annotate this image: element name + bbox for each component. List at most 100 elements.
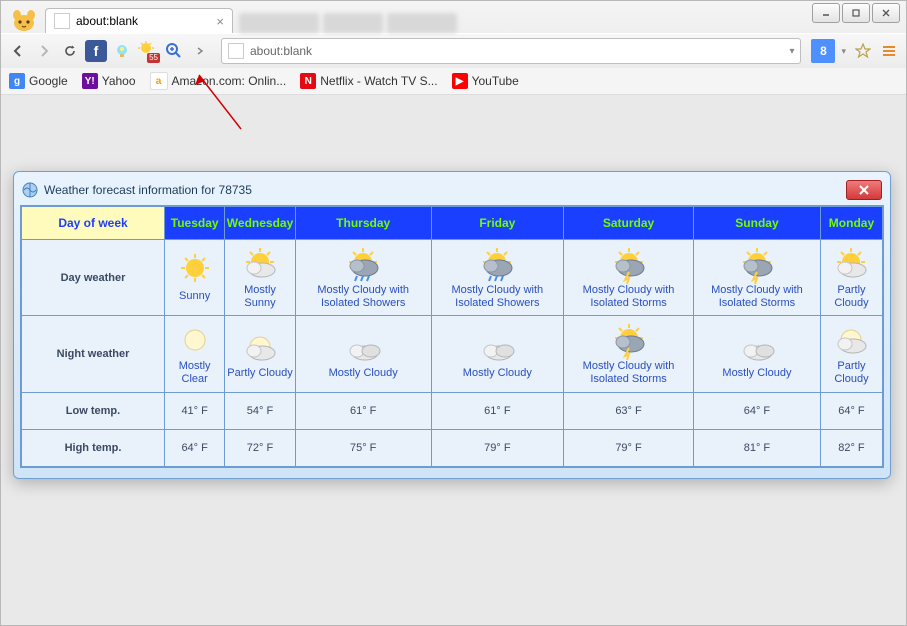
window-controls: [812, 3, 900, 23]
weather-cell: Sunny: [165, 240, 224, 315]
bookmark-youtube[interactable]: ▶ YouTube: [452, 73, 519, 89]
row-label: Night weather: [22, 316, 164, 391]
netflix-icon: N: [300, 73, 316, 89]
bookmark-star-icon[interactable]: [852, 40, 874, 62]
google-search-button[interactable]: 8: [811, 39, 835, 63]
weather-cell: Mostly Cloudy with Isolated Storms: [564, 316, 693, 391]
address-bar[interactable]: about:blank ▾: [221, 38, 801, 64]
weather-caption: Mostly Cloudy with Isolated Showers: [298, 284, 429, 309]
reload-button[interactable]: [59, 40, 81, 62]
weather-icon: [831, 246, 871, 282]
table-header-row: Day of week Tuesday Wednesday Thursday F…: [22, 207, 882, 239]
bookmark-netflix[interactable]: NNetflix - Watch TV S...: [300, 73, 437, 89]
weather-cell: Mostly Clear: [165, 316, 224, 391]
window-close-button[interactable]: [872, 3, 900, 23]
dialog-title: Weather forecast information for 78735: [44, 183, 252, 197]
weather-icon: [240, 329, 280, 365]
row-label: High temp.: [22, 430, 164, 466]
temp-cell: 64° F: [821, 393, 882, 429]
back-button[interactable]: [7, 40, 29, 62]
row-label: Low temp.: [22, 393, 164, 429]
tab-title: about:blank: [76, 14, 138, 28]
tab-active[interactable]: about:blank ×: [45, 8, 233, 33]
header-day: Monday: [821, 207, 882, 239]
bulb-extension-icon[interactable]: [111, 40, 133, 62]
page-favicon-icon: [54, 13, 70, 29]
weather-cell: Partly Cloudy: [225, 316, 294, 391]
header-day: Tuesday: [165, 207, 224, 239]
browser-window: about:blank × f 55 about:blank ▾ 8 ▾ g Go…: [0, 0, 907, 626]
weather-caption: Mostly Clear: [167, 360, 222, 385]
address-dropdown-icon[interactable]: ▾: [789, 46, 794, 57]
weather-icon: [343, 329, 383, 365]
dialog-close-button[interactable]: [846, 180, 882, 200]
amazon-icon: a: [150, 72, 168, 90]
maximize-button[interactable]: [842, 3, 870, 23]
zoom-extension-icon[interactable]: [163, 40, 185, 62]
address-page-icon: [228, 43, 244, 59]
background-tabs-blurred: [239, 13, 457, 33]
weather-caption: Mostly Cloudy: [298, 367, 429, 380]
weather-icon: [477, 329, 517, 365]
temp-cell: 54° F: [225, 393, 294, 429]
weather-cell: Mostly Cloudy: [432, 316, 563, 391]
temp-cell: 72° F: [225, 430, 294, 466]
youtube-icon: ▶: [452, 73, 468, 89]
weather-cell: Partly Cloudy: [821, 316, 882, 391]
temp-cell: 64° F: [165, 430, 224, 466]
temp-cell: 61° F: [432, 393, 563, 429]
weather-extension-icon[interactable]: 55: [137, 40, 159, 62]
weather-cell: Mostly Cloudy: [694, 316, 820, 391]
bookmark-bar: g Google Y! Yahoo aAmazon.com: Onlin... NN…: [1, 68, 906, 95]
weather-icon: [831, 322, 871, 358]
bookmark-label: Yahoo: [102, 74, 136, 88]
temp-cell: 79° F: [564, 430, 693, 466]
weather-table: Day of week Tuesday Wednesday Thursday F…: [20, 205, 884, 468]
temp-cell: 63° F: [564, 393, 693, 429]
bookmark-google[interactable]: g Google: [9, 73, 68, 89]
table-row: Night weatherMostly ClearPartly CloudyMo…: [22, 316, 882, 391]
weather-dialog: Weather forecast information for 78735 D…: [13, 171, 891, 479]
bookmark-amazon[interactable]: aAmazon.com: Onlin...: [150, 72, 287, 90]
weather-cell: Mostly Cloudy with Isolated Storms: [694, 240, 820, 315]
weather-cell: Mostly Cloudy with Isolated Storms: [564, 240, 693, 315]
temp-cell: 81° F: [694, 430, 820, 466]
forward-button[interactable]: [33, 40, 55, 62]
weather-caption: Mostly Cloudy: [696, 367, 818, 380]
temp-cell: 41° F: [165, 393, 224, 429]
weather-icon: [240, 246, 280, 282]
tab-close-icon[interactable]: ×: [216, 14, 224, 29]
weather-caption: Partly Cloudy: [227, 367, 292, 380]
weather-icon: [609, 322, 649, 358]
globe-icon: [22, 182, 38, 198]
facebook-extension-icon[interactable]: f: [85, 40, 107, 62]
weather-icon: [175, 252, 215, 288]
bookmark-yahoo[interactable]: Y! Yahoo: [82, 73, 136, 89]
table-row: High temp.64° F72° F75° F79° F79° F81° F…: [22, 430, 882, 466]
header-day: Saturday: [564, 207, 693, 239]
weather-badge: 55: [147, 53, 160, 63]
google-icon: g: [9, 73, 25, 89]
weather-caption: Partly Cloudy: [823, 284, 880, 309]
temp-cell: 82° F: [821, 430, 882, 466]
weather-cell: Mostly Cloudy with Isolated Showers: [432, 240, 563, 315]
weather-caption: Mostly Cloudy with Isolated Storms: [566, 284, 691, 309]
hamburger-menu-icon[interactable]: [878, 40, 900, 62]
address-text: about:blank: [250, 44, 312, 58]
overflow-chevron-icon[interactable]: [189, 40, 211, 62]
bookmark-label: Google: [29, 74, 68, 88]
row-label: Day weather: [22, 240, 164, 315]
minimize-button[interactable]: [812, 3, 840, 23]
weather-caption: Sunny: [167, 290, 222, 303]
profile-avatar-icon[interactable]: [9, 9, 39, 33]
temp-cell: 75° F: [296, 430, 431, 466]
temp-cell: 61° F: [296, 393, 431, 429]
weather-icon: [343, 246, 383, 282]
search-dropdown-icon[interactable]: ▾: [841, 46, 846, 57]
weather-cell: Mostly Cloudy with Isolated Showers: [296, 240, 431, 315]
weather-icon: [737, 246, 777, 282]
weather-icon: [737, 329, 777, 365]
bookmark-label: YouTube: [472, 74, 519, 88]
yahoo-icon: Y!: [82, 73, 98, 89]
weather-icon: [175, 322, 215, 358]
